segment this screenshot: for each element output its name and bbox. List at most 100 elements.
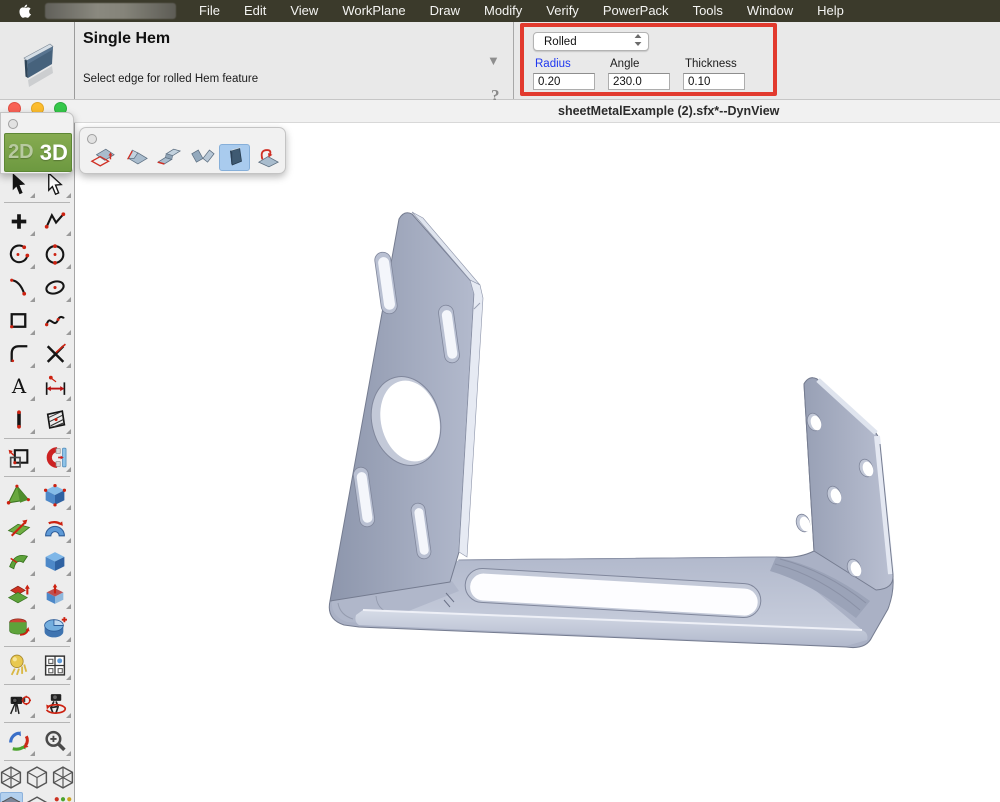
- spline-tool[interactable]: [39, 305, 72, 336]
- polyline-tool[interactable]: [39, 206, 72, 237]
- zoom-in-tool[interactable]: [39, 726, 72, 757]
- model-left-flange[interactable]: [330, 212, 483, 601]
- wire-cube-tool[interactable]: [26, 764, 49, 790]
- revolve-arch-tool[interactable]: [39, 513, 72, 544]
- revolve-solid-icon: [6, 615, 32, 640]
- document-title: sheetMetalExample (2).sfx*--DynView: [558, 104, 779, 118]
- shade-cube-selected-icon: [0, 793, 24, 802]
- magnet-tool[interactable]: [39, 442, 72, 473]
- camera-walk-tool[interactable]: [39, 688, 72, 719]
- hem-type-value: Rolled: [544, 36, 577, 48]
- pie-add-tool[interactable]: [39, 612, 72, 643]
- circle-tool[interactable]: [39, 239, 72, 270]
- point-icon: [6, 209, 32, 234]
- menu-verify[interactable]: Verify: [534, 0, 591, 22]
- segment-tool[interactable]: [3, 404, 36, 435]
- shade-cube-tool[interactable]: [26, 792, 49, 802]
- stack-extrude-tool[interactable]: [3, 579, 36, 610]
- fillet-tool[interactable]: [3, 338, 36, 369]
- mode-button-2d[interactable]: 2D: [8, 141, 34, 164]
- segment-icon: [6, 407, 32, 432]
- menu-edit[interactable]: Edit: [232, 0, 278, 22]
- menu-draw[interactable]: Draw: [418, 0, 472, 22]
- cube-solid-icon: [42, 549, 68, 574]
- circle-icon: [42, 242, 68, 267]
- plane-arrow-tool[interactable]: [3, 513, 36, 544]
- menu-tools[interactable]: Tools: [681, 0, 735, 22]
- header-divider: [513, 22, 514, 99]
- menu-file[interactable]: File: [187, 0, 232, 22]
- single-hem-tool[interactable]: [219, 144, 250, 171]
- bent-sheet-tool[interactable]: [3, 546, 36, 577]
- duplicate-tool[interactable]: [3, 442, 36, 473]
- pyramid-tool[interactable]: [3, 480, 36, 511]
- sidebar-row: [0, 546, 74, 577]
- tool-title: Single Hem: [83, 30, 170, 48]
- curve-icon: [6, 275, 32, 300]
- mode-button-3d[interactable]: 3D: [40, 140, 68, 166]
- app-window: FileEditViewWorkPlaneDrawModifyVerifyPow…: [0, 0, 1000, 802]
- palette-close-icon[interactable]: [87, 134, 97, 144]
- trim-cross-tool[interactable]: [39, 338, 72, 369]
- select-arrow-icon: [6, 171, 32, 196]
- sidebar-row: [0, 480, 74, 511]
- sidebar-row: [0, 612, 74, 643]
- edge-flange-tool[interactable]: [120, 144, 151, 171]
- render-sphere-tool[interactable]: [3, 650, 36, 681]
- box-extrude-tool[interactable]: [39, 579, 72, 610]
- menu-workplane[interactable]: WorkPlane: [330, 0, 417, 22]
- ellipse-tool[interactable]: [39, 272, 72, 303]
- menu-view[interactable]: View: [278, 0, 330, 22]
- jog-tool[interactable]: [153, 144, 184, 171]
- bend-tool[interactable]: [186, 144, 217, 171]
- dimension-tool[interactable]: [39, 371, 72, 402]
- radius-input[interactable]: [533, 73, 595, 90]
- hem-type-select[interactable]: Rolled: [533, 32, 649, 51]
- menu-help[interactable]: Help: [805, 0, 856, 22]
- cube-handles-icon: [42, 483, 68, 508]
- thickness-label: Thickness: [685, 58, 737, 70]
- revolve-solid-tool[interactable]: [3, 612, 36, 643]
- orbit-tool[interactable]: [3, 726, 36, 757]
- text-icon: A: [6, 374, 32, 399]
- unfold-sheet-tool[interactable]: [87, 144, 118, 171]
- collapse-panel-button[interactable]: ▼: [487, 53, 500, 68]
- angle-input[interactable]: [608, 73, 670, 90]
- camera-tripod-tool[interactable]: [3, 688, 36, 719]
- arc-icon: [6, 242, 32, 267]
- sidebar-divider: [4, 476, 70, 477]
- shade-cube-selected-tool[interactable]: [0, 792, 23, 802]
- text-tool[interactable]: A: [3, 371, 36, 402]
- tool-options-bar: Single Hem Select edge for rolled Hem fe…: [0, 22, 1000, 100]
- sidebar-divider: [4, 438, 70, 439]
- render-window-tool[interactable]: [39, 650, 72, 681]
- palette-close-icon[interactable]: [8, 119, 18, 129]
- rectangle-tool[interactable]: [3, 305, 36, 336]
- document-title-bar: sheetMetalExample (2).sfx*--DynView: [0, 100, 1000, 123]
- fillet-icon: [6, 341, 32, 366]
- rolled-hem-tool[interactable]: [252, 144, 283, 171]
- sidebar-row: [0, 338, 74, 369]
- cube-handles-tool[interactable]: [39, 480, 72, 511]
- sidebar-row: [0, 404, 74, 435]
- menu-modify[interactable]: Modify: [472, 0, 534, 22]
- curve-tool[interactable]: [3, 272, 36, 303]
- menu-items: FileEditViewWorkPlaneDrawModifyVerifyPow…: [187, 0, 856, 22]
- revolve-arch-icon: [42, 516, 68, 541]
- shade-dots-tool[interactable]: [52, 792, 75, 802]
- viewport[interactable]: [76, 123, 1000, 802]
- point-tool[interactable]: [3, 206, 36, 237]
- single-hem-tool-icon: [14, 33, 60, 89]
- cube-solid-tool[interactable]: [39, 546, 72, 577]
- arc-tool[interactable]: [3, 239, 36, 270]
- hatch-tool[interactable]: [39, 404, 72, 435]
- apple-menu-icon[interactable]: [18, 3, 33, 19]
- thickness-input[interactable]: [683, 73, 745, 90]
- rectangle-icon: [6, 308, 32, 333]
- bend-icon: [189, 145, 215, 170]
- menu-powerpack[interactable]: PowerPack: [591, 0, 681, 22]
- select-arrows-icon: [634, 34, 642, 49]
- wire-cube-xray-tool[interactable]: [0, 764, 23, 790]
- wire-cube-xray2-tool[interactable]: [52, 764, 75, 790]
- menu-window[interactable]: Window: [735, 0, 805, 22]
